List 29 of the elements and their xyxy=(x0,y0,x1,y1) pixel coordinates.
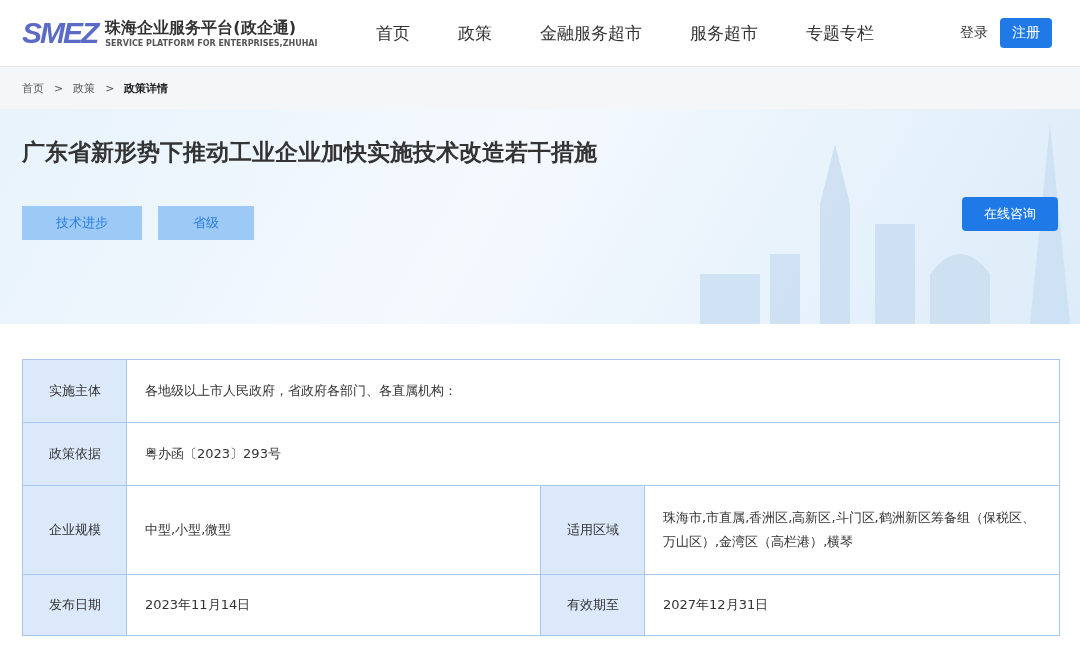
policy-title: 广东省新形势下推动工业企业加快实施技术改造若干措施 xyxy=(22,138,598,167)
label-cell: 适用区域 xyxy=(541,486,645,574)
label-cell: 企业规模 xyxy=(23,486,127,574)
nav-link[interactable]: 专题专栏 xyxy=(806,21,874,45)
breadcrumb-separator: > xyxy=(105,81,115,95)
consult-button[interactable]: 在线咨询 xyxy=(962,197,1058,231)
nav-link[interactable]: 金融服务超市 xyxy=(540,21,642,45)
login-link[interactable]: 登录 xyxy=(960,24,988,42)
label-cell: 发布日期 xyxy=(23,575,127,635)
label-cell: 政策依据 xyxy=(23,423,127,485)
current-page-title: 政策详情 xyxy=(124,80,169,96)
value-cell-text: 珠海市,市直属,香洲区,高新区,斗门区,鹤洲新区筹备组（保税区、万山区）,金湾区（高栏港）,横琴 xyxy=(662,509,1036,551)
nav-link[interactable]: 服务超市 xyxy=(690,21,758,45)
nav-link[interactable]: 首页 xyxy=(376,21,410,45)
breadcrumb-link[interactable]: 首页 xyxy=(22,80,44,96)
breadcrumb-link[interactable]: 政策 xyxy=(73,80,96,96)
tag: 省级 xyxy=(158,206,254,240)
label-cell: 有效期至 xyxy=(541,575,645,635)
value-cell-text: 2027年12月31日 xyxy=(662,596,770,614)
logo-title: 珠海企业服务平台(政企通) xyxy=(105,18,297,39)
nav-link[interactable]: 政策 xyxy=(458,21,492,45)
breadcrumb-separator: > xyxy=(54,81,64,95)
register-button[interactable]: 注册 xyxy=(1000,18,1052,48)
value-cell-text: 各地级以上市人民政府，省政府各部门、各直属机构： xyxy=(144,382,458,400)
value-cell-text: 粤办函〔2023〕293号 xyxy=(144,445,282,463)
tag: 技术进步 xyxy=(22,206,142,240)
logo-subtitle: SERVICE PLATFORM FOR ENTERPRISES,ZHUHAI xyxy=(105,39,318,48)
label-cell: 实施主体 xyxy=(23,360,127,422)
logo-mark: SMEZ xyxy=(22,16,98,50)
